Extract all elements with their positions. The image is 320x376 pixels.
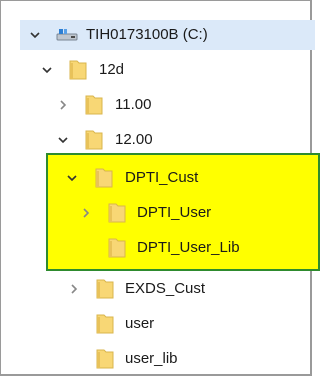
chevron-right-icon[interactable] <box>68 283 80 295</box>
tree-item-label: DPTI_User_Lib <box>137 239 240 256</box>
tree-item-12d[interactable]: 12d <box>0 55 300 85</box>
tree-item-user-lib[interactable]: user_lib <box>0 344 300 374</box>
tree-item-dpti-user-lib[interactable]: DPTI_User_Lib <box>0 233 300 263</box>
drive-label: TIH0173100B (C:) <box>86 26 208 43</box>
folder-icon <box>96 279 114 299</box>
tree-item-12-00[interactable]: 12.00 <box>0 125 300 155</box>
drive-icon <box>56 27 78 43</box>
tree-item-label: user_lib <box>125 350 178 367</box>
folder-icon <box>69 60 87 80</box>
folder-icon <box>95 168 113 188</box>
tree-item-11-00[interactable]: 11.00 <box>0 90 300 120</box>
folder-icon <box>96 349 114 369</box>
chevron-down-icon[interactable] <box>41 64 53 76</box>
tree-item-user[interactable]: user <box>0 309 300 339</box>
tree-item-label: DPTI_Cust <box>125 169 199 186</box>
tree-item-label: EXDS_Cust <box>125 280 206 297</box>
tree-item-label: DPTI_User <box>137 204 212 221</box>
folder-icon <box>96 314 114 334</box>
chevron-right-icon[interactable] <box>80 207 92 219</box>
folder-icon <box>108 238 126 258</box>
tree-item-label: user <box>125 315 155 332</box>
tree-item-label: 11.00 <box>115 96 152 113</box>
folder-icon <box>85 130 103 150</box>
folder-icon <box>85 95 103 115</box>
folder-icon <box>108 203 126 223</box>
tree-item-exds-cust[interactable]: EXDS_Cust <box>0 274 300 304</box>
chevron-down-icon[interactable] <box>66 172 78 184</box>
tree-item-dpti-user[interactable]: DPTI_User <box>0 198 300 228</box>
chevron-right-icon[interactable] <box>57 99 69 111</box>
tree-item-drive[interactable]: TIH0173100B (C:) <box>20 20 315 50</box>
tree-item-label: 12.00 <box>115 131 153 148</box>
chevron-down-icon[interactable] <box>57 134 69 146</box>
tree-item-label: 12d <box>99 61 125 78</box>
chevron-down-icon[interactable] <box>29 29 41 41</box>
tree-item-dpti-cust[interactable]: DPTI_Cust <box>0 163 300 193</box>
